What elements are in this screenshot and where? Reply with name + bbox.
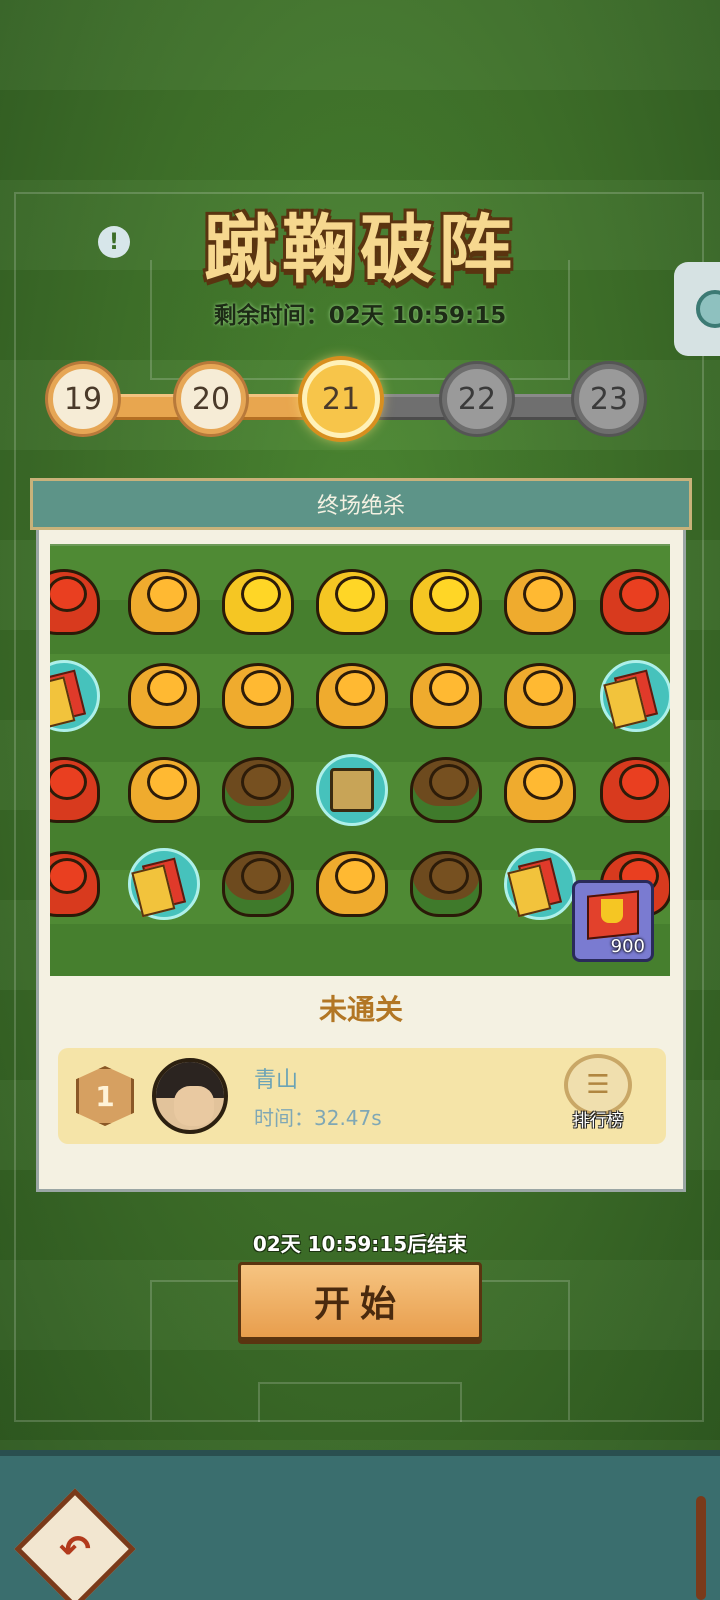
token-circle [600, 660, 670, 732]
leaderboard-button[interactable]: ☰ 排行榜 [558, 1054, 638, 1136]
token-circle [128, 848, 200, 920]
level-node-21[interactable]: 21 [302, 360, 380, 438]
level-node-23[interactable]: 23 [574, 364, 644, 434]
red-card-token [498, 842, 582, 926]
lower-goal-box [258, 1382, 462, 1422]
red-card-icon [613, 669, 659, 723]
player-piece-red [50, 748, 106, 832]
player-figure [50, 757, 100, 823]
player-piece-orange [122, 654, 206, 738]
reward-value: 900 [610, 936, 645, 957]
level-node-19[interactable]: 19 [48, 364, 118, 434]
token-circle [50, 660, 100, 732]
back-arrow-icon: ↶ [59, 1527, 91, 1571]
player-piece-brown [216, 748, 300, 832]
level-number: 19 [63, 381, 103, 417]
start-button[interactable]: 开始 [238, 1262, 482, 1340]
player-avatar[interactable] [152, 1058, 228, 1134]
level-status: 未通关 [318, 993, 403, 1026]
player-figure [128, 757, 200, 823]
player-piece-brown [404, 748, 488, 832]
player-figure [410, 569, 482, 635]
player-time: 时间：32.47s [254, 1102, 382, 1131]
player-figure [222, 757, 294, 823]
player-figure [222, 851, 294, 917]
level-number: 21 [321, 381, 361, 417]
player-figure [128, 569, 200, 635]
red-card-icon [517, 857, 563, 911]
player-figure [50, 569, 100, 635]
player-figure [410, 663, 482, 729]
player-piece-orange [310, 654, 394, 738]
level-name-banner: 终场绝杀 [30, 478, 692, 530]
player-figure [410, 851, 482, 917]
token-circle [504, 848, 576, 920]
player-piece-orange [404, 654, 488, 738]
avatar-face [174, 1086, 214, 1126]
red-card-token [122, 842, 206, 926]
chat-icon [696, 290, 720, 328]
scroll-handle[interactable] [696, 1496, 706, 1600]
event-end-countdown: 02天 10:59:15后结束 [252, 1232, 468, 1256]
red-card-icon [141, 857, 187, 911]
player-figure [316, 663, 388, 729]
player-piece-red [594, 560, 670, 644]
player-time-label: 时间： [254, 1106, 314, 1130]
player-piece-red [594, 748, 670, 832]
player-piece-orange [122, 748, 206, 832]
player-piece-orange [122, 560, 206, 644]
rank-number: 1 [95, 1079, 115, 1113]
player-figure [222, 663, 294, 729]
rank-badge: 1 [76, 1066, 134, 1126]
trophy-icon [601, 899, 623, 923]
player-figure [504, 569, 576, 635]
player-figure [410, 757, 482, 823]
player-piece-orange [498, 654, 582, 738]
red-card-token [50, 654, 106, 738]
player-piece-brown [216, 842, 300, 926]
player-figure [600, 569, 670, 635]
player-piece-red [50, 560, 106, 644]
player-figure [222, 569, 294, 635]
level-number: 23 [589, 381, 629, 417]
token-circle [316, 754, 388, 826]
leaderboard-top-entry: 1 青山 时间：32.47s ☰ 排行榜 [58, 1048, 666, 1144]
spring-trap-token [310, 748, 394, 832]
level-node-20[interactable]: 20 [176, 364, 246, 434]
player-figure [600, 757, 670, 823]
level-name: 终场绝杀 [316, 494, 405, 519]
level-number: 22 [457, 381, 497, 417]
spring-icon [330, 768, 374, 812]
info-icon[interactable]: ! [98, 226, 130, 258]
player-piece-orange [498, 560, 582, 644]
remaining-time-value: 02天 10:59:15 [328, 303, 507, 329]
level-node-22[interactable]: 22 [442, 364, 512, 434]
red-card-token [594, 654, 670, 738]
player-name: 青山 [254, 1068, 299, 1093]
player-piece-orange [498, 748, 582, 832]
remaining-time: 剩余时间：02天 10:59:15 [0, 296, 720, 330]
player-piece-yellow [404, 560, 488, 644]
remaining-time-label: 剩余时间： [213, 303, 329, 329]
player-figure [316, 851, 388, 917]
player-piece-yellow [216, 560, 300, 644]
side-chat-tab[interactable] [674, 262, 720, 356]
red-card-icon [50, 669, 87, 723]
player-piece-yellow [310, 560, 394, 644]
player-figure [316, 569, 388, 635]
level-number: 20 [191, 381, 231, 417]
reward-badge[interactable]: 900 [572, 880, 654, 962]
player-piece-brown [404, 842, 488, 926]
player-piece-orange [216, 654, 300, 738]
leaderboard-button-label: 排行榜 [572, 1111, 624, 1131]
player-piece-red [50, 842, 106, 926]
player-piece-orange [310, 842, 394, 926]
player-figure [50, 851, 100, 917]
player-figure [128, 663, 200, 729]
player-time-value: 32.47s [314, 1106, 382, 1130]
player-figure [504, 663, 576, 729]
event-title: 蹴鞠破阵 [204, 207, 516, 293]
player-figure [504, 757, 576, 823]
